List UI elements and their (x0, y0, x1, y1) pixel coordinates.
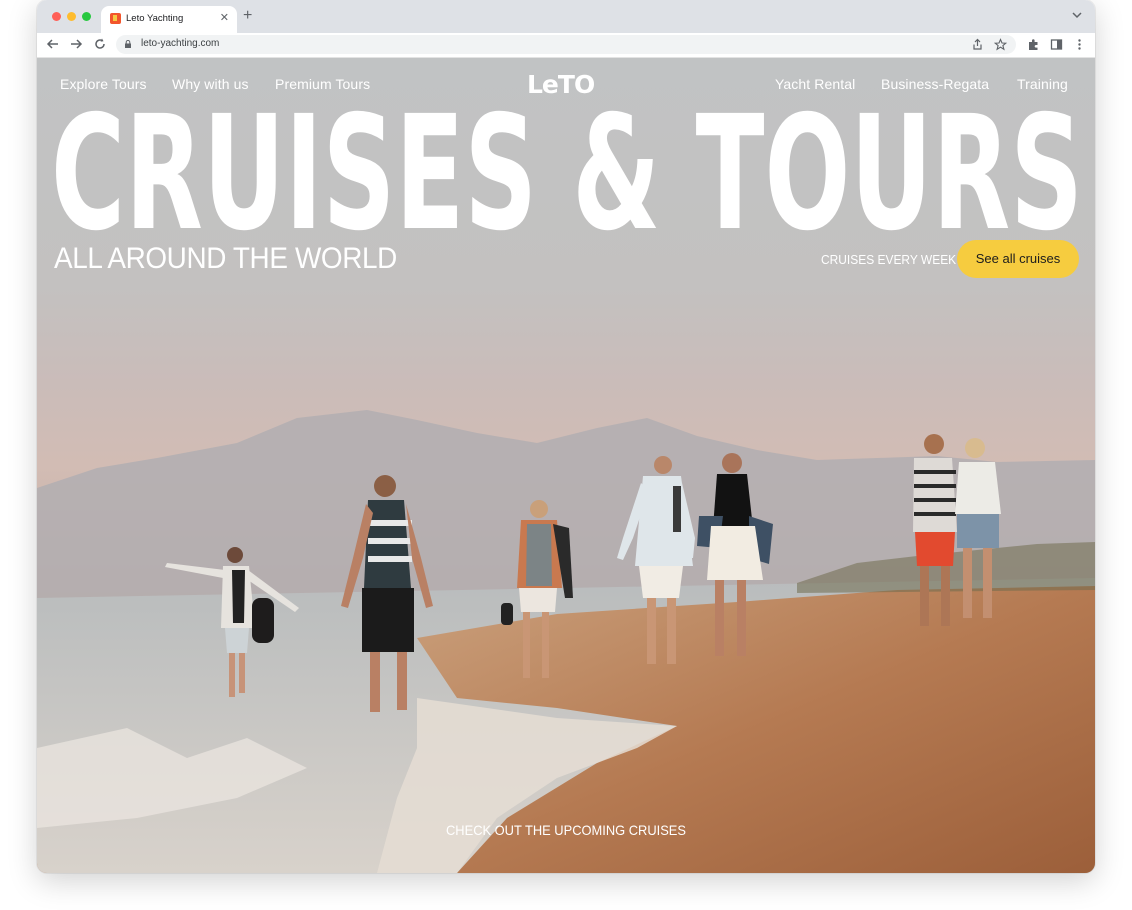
maximize-window-button[interactable] (82, 12, 91, 21)
minimize-window-button[interactable] (67, 12, 76, 21)
browser-tab[interactable]: Leto Yachting ✕ (101, 6, 237, 33)
upcoming-cruises-link[interactable]: CHECK OUT THE UPCOMING CRUISES (79, 822, 1052, 838)
hero-headline-container: CRUISES & TOURS (51, 82, 1091, 266)
hero-headline-svg: CRUISES & TOURS (51, 82, 1083, 266)
tab-close-icon[interactable]: ✕ (220, 11, 229, 25)
close-window-button[interactable] (52, 12, 61, 21)
browser-window: Leto Yachting ✕ + leto-yachting.com Expl… (37, 0, 1095, 873)
back-icon[interactable] (45, 36, 61, 52)
see-all-cruises-button[interactable]: See all cruises (957, 240, 1079, 278)
lock-icon (125, 40, 131, 48)
bookmark-star-icon[interactable] (994, 38, 1007, 51)
new-tab-icon[interactable]: + (243, 6, 252, 26)
side-panel-icon[interactable] (1050, 38, 1063, 51)
url-text: leto-yachting.com (141, 38, 220, 49)
forward-icon[interactable] (68, 36, 84, 52)
hero-headline: CRUISES & TOURS (51, 82, 1083, 266)
address-bar[interactable]: leto-yachting.com (116, 35, 1016, 54)
browser-toolbar: leto-yachting.com (37, 33, 1095, 58)
site-favicon-icon (110, 13, 121, 24)
extensions-icon[interactable] (1027, 38, 1040, 51)
tab-strip: Leto Yachting ✕ + (37, 0, 1095, 33)
chevron-down-icon[interactable] (1071, 9, 1083, 21)
page-viewport: Explore Tours Why with us Premium Tours … (37, 58, 1095, 873)
hero-subtitle: ALL AROUND THE WORLD (54, 242, 397, 275)
tab-title: Leto Yachting (126, 13, 184, 24)
more-menu-icon[interactable] (1073, 38, 1086, 51)
share-icon[interactable] (971, 38, 984, 51)
cruises-every-week-text: CRUISES EVERY WEEK (821, 252, 957, 267)
reload-icon[interactable] (92, 36, 108, 52)
